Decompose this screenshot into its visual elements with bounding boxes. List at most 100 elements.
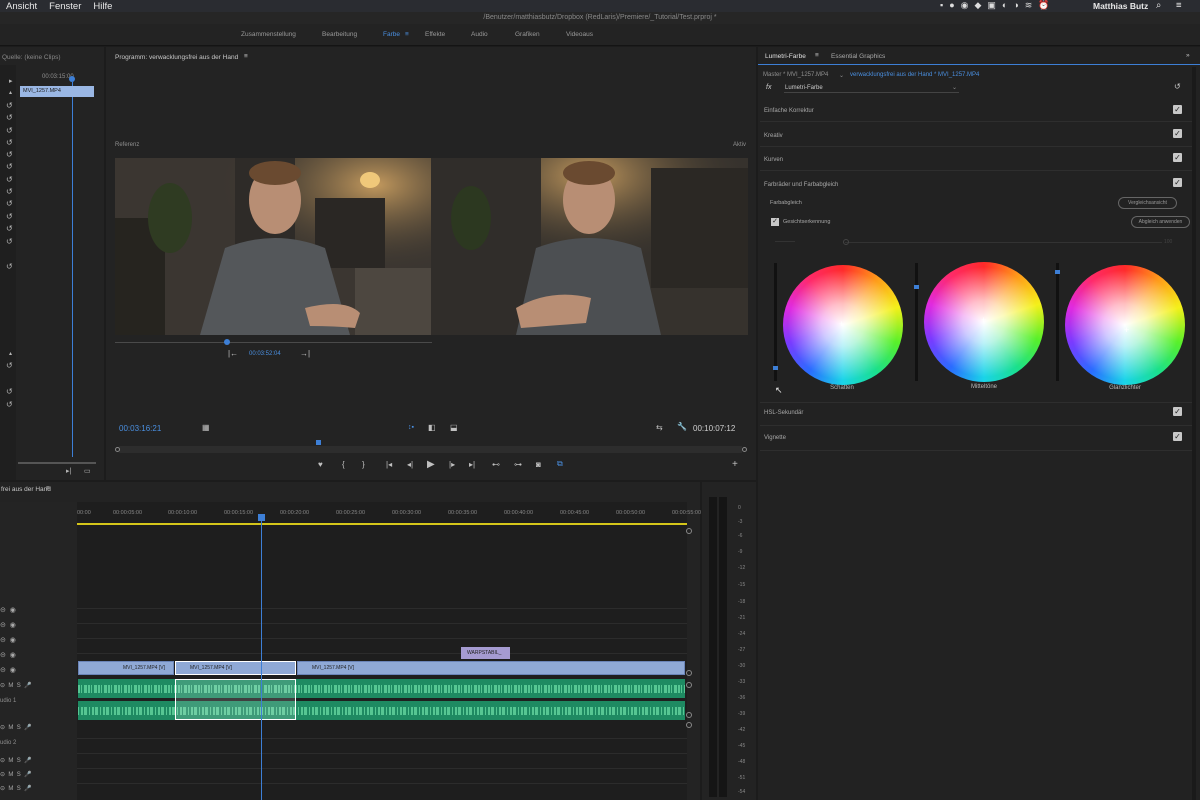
side-by-side-icon[interactable]: ◧ — [428, 423, 436, 432]
wrench-icon[interactable]: 🔧 — [677, 422, 687, 431]
camera-icon[interactable]: ◙ — [536, 460, 541, 469]
workspace-tab-graphics[interactable]: Grafiken — [515, 31, 540, 38]
sequence-clip-label[interactable]: verwacklungsfrei aus der Hand * MVI_1257… — [850, 72, 979, 78]
mark-out-icon[interactable]: } — [362, 460, 365, 469]
step-back-icon[interactable]: ◂| — [407, 460, 413, 469]
work-area-bar[interactable] — [77, 523, 687, 525]
workspace-tab-color[interactable]: Farbe — [383, 31, 400, 38]
section-creative[interactable]: Kreativ — [764, 133, 783, 139]
collapse-icon[interactable]: ▴ — [9, 89, 12, 96]
match-slider-handle[interactable] — [843, 239, 849, 245]
reference-scrub-handle[interactable] — [224, 339, 230, 345]
program-monitor-title[interactable]: Programm: verwacklungsfrei aus der Hand — [115, 54, 238, 61]
panel-menu-icon[interactable]: ≡ — [244, 53, 248, 60]
title-clip[interactable]: WARPSTABIL_ — [461, 647, 510, 659]
color-wheels-checkbox[interactable]: ✓ — [1173, 178, 1182, 187]
expand-icon[interactable]: ▸ — [9, 77, 13, 85]
reset-icon[interactable]: ↺ — [6, 361, 13, 370]
shadows-wheel-center[interactable]: + — [839, 319, 844, 329]
workspace-tab-effects[interactable]: Effekte — [425, 31, 445, 38]
current-timecode[interactable]: 00:03:16:21 — [119, 424, 161, 433]
workspace-tab-assembly[interactable]: Zusammenstellung — [241, 31, 296, 38]
play-icon[interactable]: ▶ — [427, 459, 435, 470]
search-icon[interactable]: ⌕ — [1156, 0, 1161, 11]
split-view-icon[interactable]: ⬓ — [450, 423, 458, 432]
hsl-secondary-checkbox[interactable]: ✓ — [1173, 407, 1182, 416]
face-detection-checkbox[interactable]: ✓ — [771, 218, 779, 226]
audio-track-controls[interactable]: ⊝ M S 🎤 — [0, 724, 32, 731]
audio-track-controls[interactable]: ⊝ M S 🎤 ⊝ M S 🎤 ⊝ M S 🎤 — [0, 754, 32, 796]
marker-icon[interactable]: ♥ — [318, 460, 323, 469]
midtones-slider[interactable] — [915, 263, 918, 381]
section-curves[interactable]: Kurven — [764, 157, 783, 163]
workspace-tab-audio[interactable]: Audio — [471, 31, 488, 38]
scrub-end-handle[interactable] — [742, 447, 747, 452]
reset-icon[interactable]: ↺ — [6, 237, 13, 246]
source-zoom-bar[interactable] — [18, 462, 96, 464]
midtones-slider-thumb[interactable] — [914, 285, 919, 289]
section-hsl-secondary[interactable]: HSL-Sekundär — [764, 410, 803, 416]
collapse-icon[interactable]: ▴ — [9, 350, 12, 357]
reference-scrub-bar[interactable] — [115, 342, 432, 343]
scroll-handle[interactable] — [686, 670, 692, 676]
effect-select[interactable]: Lumetri-Farbe — [785, 85, 823, 91]
panel-menu-icon[interactable]: ≡ — [46, 485, 50, 492]
apply-match-button[interactable]: Abgleich anwenden — [1131, 216, 1190, 228]
compare-view-icon[interactable]: ↕▪ — [408, 424, 414, 431]
scrub-start-handle[interactable] — [115, 447, 120, 452]
match-slider-track[interactable] — [845, 242, 1162, 243]
add-button-icon[interactable]: + — [732, 459, 738, 470]
basic-correction-checkbox[interactable]: ✓ — [1173, 105, 1182, 114]
video-track-headers[interactable]: ⊝ ◉ ⊝ ◉ ⊝ ◉ ⊝ ◉ ⊝ ◉ — [0, 603, 16, 678]
go-to-out-icon[interactable]: →| — [300, 349, 310, 358]
program-scrub-bar[interactable] — [119, 446, 742, 453]
audio-clip[interactable] — [78, 679, 685, 698]
audio-clip-selected[interactable] — [175, 679, 296, 720]
section-color-wheels[interactable]: Farbräder und Farbabgleich — [764, 182, 838, 188]
go-to-out-point-icon[interactable]: ▸| — [469, 460, 475, 469]
fit-icon[interactable]: ▦ — [202, 423, 210, 432]
highlights-slider[interactable] — [1056, 263, 1059, 381]
panel-menu-icon[interactable]: ≡ — [815, 52, 819, 59]
export-frame-icon[interactable]: ▸| — [66, 467, 71, 475]
chevron-down-icon[interactable]: ⌄ — [952, 84, 957, 91]
audio-track-controls[interactable]: ⊝ M S 🎤 — [0, 682, 32, 689]
chevron-down-icon[interactable]: ⌄ — [839, 72, 844, 79]
reset-icon[interactable]: ↺ — [1174, 82, 1181, 91]
keyframe-reset-icons[interactable]: ↺ ↺ ↺ ↺ ↺ ↺ ↺ ↺ ↺ ↺ ↺ — [6, 100, 13, 235]
workspace-menu-icon[interactable]: ≡ — [405, 31, 409, 38]
scroll-handle[interactable] — [686, 682, 692, 688]
reference-timecode[interactable]: 00:03:52:04 — [249, 351, 281, 357]
go-to-in-point-icon[interactable]: |◂ — [386, 460, 392, 469]
shadows-slider[interactable] — [774, 263, 777, 381]
timeline-tab[interactable]: frei aus der Hand — [1, 486, 51, 493]
lift-icon[interactable]: ⊷ — [492, 460, 500, 469]
scroll-handle[interactable] — [686, 528, 692, 534]
highlights-slider-thumb[interactable] — [1055, 270, 1060, 274]
lumetri-scrollbar[interactable] — [1192, 67, 1196, 800]
source-clip[interactable]: MVI_1257.MP4 — [20, 86, 94, 97]
highlights-wheel-center[interactable]: + — [1124, 325, 1129, 335]
overflow-menu-icon[interactable]: » — [1186, 52, 1190, 59]
workspace-tab-editing[interactable]: Bearbeitung — [322, 31, 357, 38]
extract-icon[interactable]: ⊶ — [514, 460, 522, 469]
video-clip-selected[interactable]: MVI_1257.MP4 [V] — [175, 661, 296, 675]
scroll-handle[interactable] — [686, 712, 692, 718]
mark-in-icon[interactable]: { — [342, 460, 345, 469]
timeline-playhead-handle[interactable] — [258, 514, 265, 521]
shadows-slider-thumb[interactable] — [773, 366, 778, 370]
vignette-checkbox[interactable]: ✓ — [1173, 432, 1182, 441]
creative-checkbox[interactable]: ✓ — [1173, 129, 1182, 138]
menu-list-icon[interactable]: ≡ — [1176, 0, 1182, 11]
comparison-view-button[interactable]: Vergleichsansicht — [1118, 197, 1177, 209]
swap-icon[interactable]: ⇆ — [656, 423, 663, 432]
source-panel-title[interactable]: Quelle: (keine Clips) — [2, 54, 61, 61]
menu-fenster[interactable]: Fenster — [49, 1, 81, 12]
midtones-wheel-center[interactable]: + — [981, 315, 986, 325]
tab-lumetri-color[interactable]: Lumetri-Farbe — [765, 53, 806, 60]
section-basic-correction[interactable]: Einfache Korrektur — [764, 108, 814, 114]
reset-icon[interactable]: ↺ — [6, 387, 13, 396]
comparison-toggle-icon[interactable]: ⧉ — [557, 459, 563, 469]
video-clip[interactable]: MVI_1257.MP4 [V] — [297, 661, 685, 675]
scroll-handle[interactable] — [686, 722, 692, 728]
